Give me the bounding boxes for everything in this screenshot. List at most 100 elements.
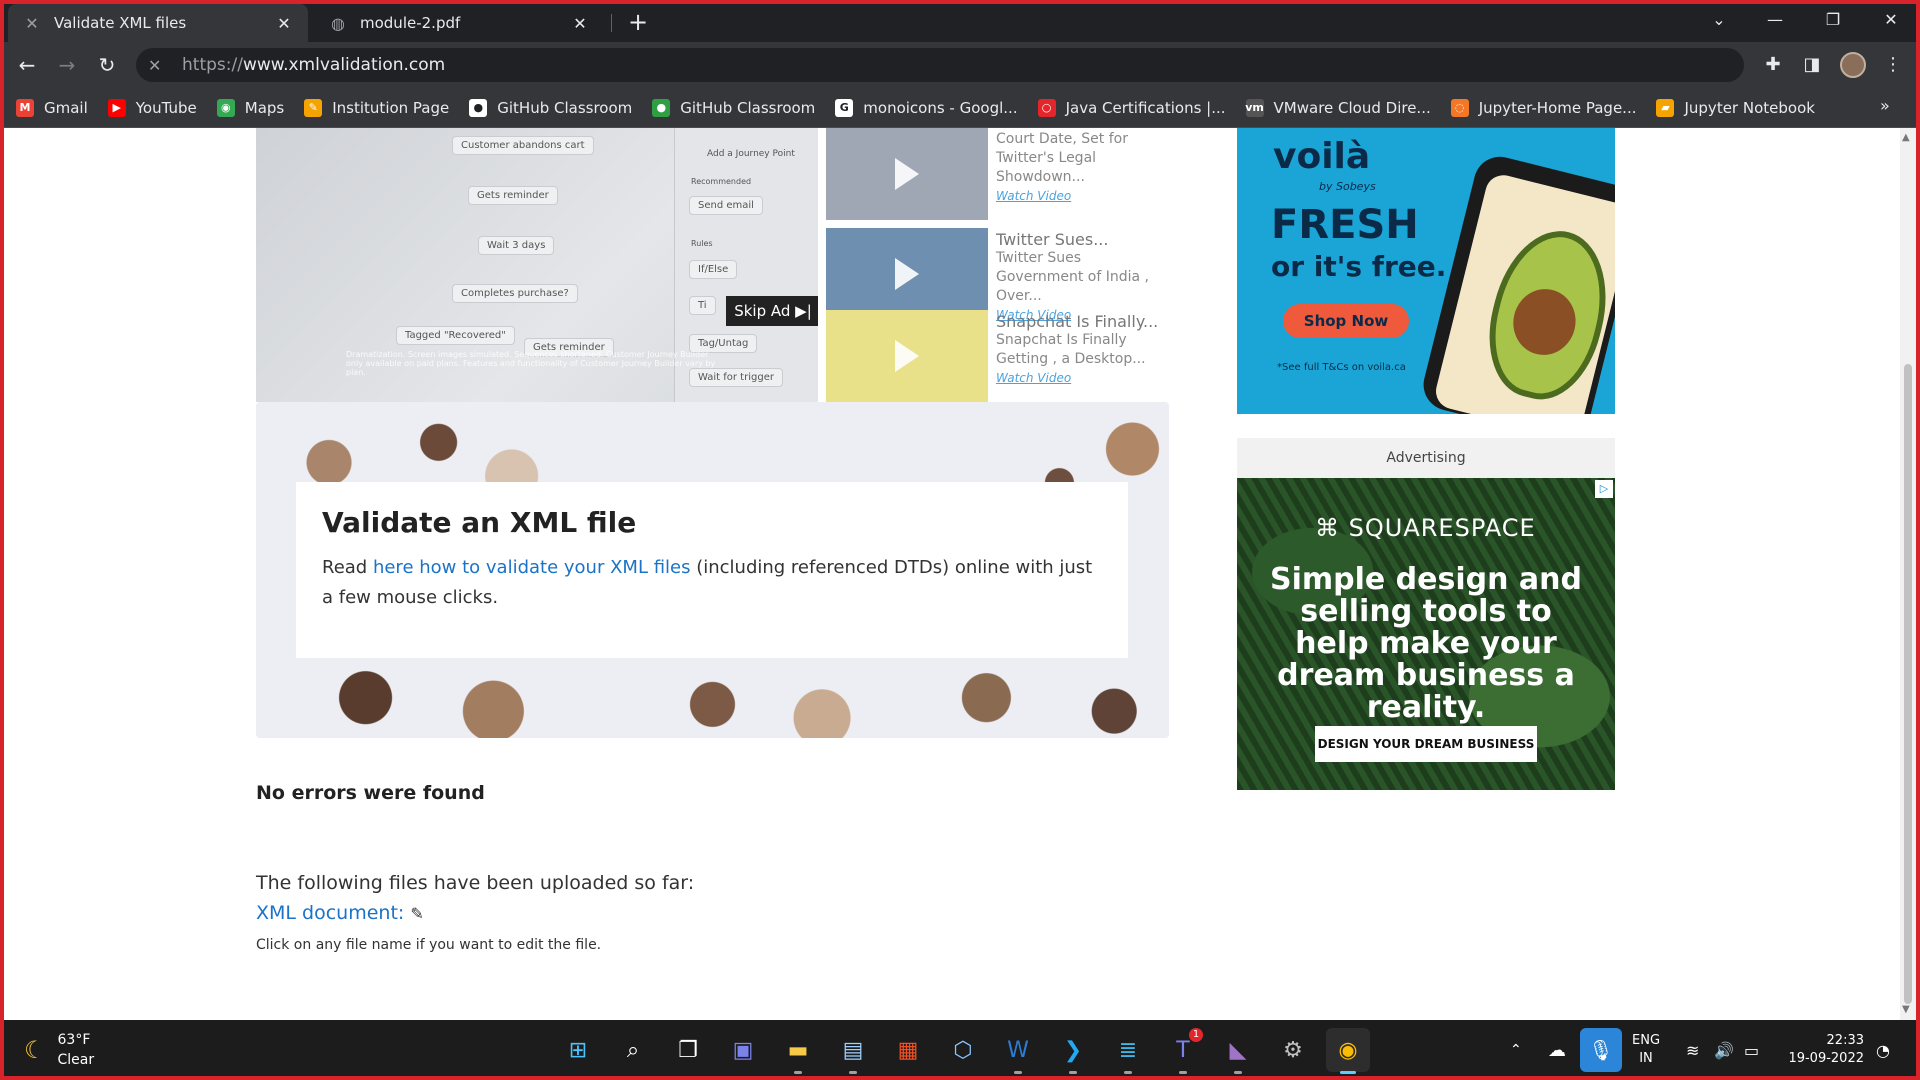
microphone-icon[interactable]: 🎙 [1580,1028,1622,1072]
squarespace-ad[interactable]: ▷ ⌘ SQUARESPACE Simple design and sellin… [1237,478,1615,790]
weather-condition: Clear [57,1052,95,1068]
bookmark-item[interactable]: ○ Java Certifications |... [1037,98,1226,117]
video-thumbnail[interactable] [826,128,988,220]
restore-button[interactable]: ❐ [1810,4,1856,36]
word-icon[interactable]: W [996,1028,1040,1074]
video-list-item[interactable]: Court Date, Set for Twitter's Legal Show… [826,128,1169,220]
notebook-icon: ▰ [1656,98,1675,117]
bookmark-item[interactable]: ● GitHub Classroom [652,98,815,117]
notepad-app-icon[interactable]: ▤ [831,1028,875,1074]
squarespace-logo: ⌘ SQUARESPACE [1315,514,1536,542]
video-desc: Court Date, Set for Twitter's Legal Show… [996,131,1128,185]
shop-now-button[interactable]: Shop Now [1283,304,1409,338]
skip-ad-button[interactable]: Skip Ad ▶| [726,296,818,326]
globe-icon: ◍ [331,13,345,33]
xml-document-link[interactable]: XML document: ✎ [256,902,424,924]
bookmark-item[interactable]: ● GitHub Classroom [469,98,632,117]
video-list-item[interactable]: Twitter Sues... Twitter Sues Government … [826,228,1169,322]
pinned-apps: ⊞ ⌕ ❐ ▣ ▬ ▤ ▦ ⬡ W ❯ ≣ T1 ◣ ⚙ ◉ [556,1028,1381,1074]
video-player[interactable]: Customer abandons cart Gets reminder Wai… [256,128,818,402]
more-bookmarks-icon[interactable]: » [1880,96,1890,115]
chrome-icon[interactable]: ◉ [1326,1028,1370,1074]
panel-item: Ti [689,296,716,315]
onedrive-icon[interactable]: ☁ [1548,1020,1566,1080]
bookmark-item[interactable]: ▶ YouTube [107,98,197,117]
wifi-icon[interactable]: ≋ [1686,1020,1699,1080]
settings-gear-icon[interactable]: ⚙ [1271,1028,1315,1072]
bookmark-item[interactable]: M Gmail [16,98,88,117]
task-view-icon[interactable]: ❐ [666,1028,710,1072]
store-icon[interactable]: ▦ [886,1028,930,1072]
bookmark-item[interactable]: ▰ Jupyter Notebook [1656,98,1815,117]
notifications-icon[interactable]: ◔ [1876,1020,1890,1080]
tab-strip: ✕ Validate XML files ✕ ◍ module-2.pdf ✕ … [0,0,1920,42]
google-icon: G [835,98,854,117]
close-window-button[interactable]: ✕ [1868,4,1914,36]
visual-studio-icon[interactable]: ◣ [1216,1028,1260,1074]
chat-icon[interactable]: ▣ [721,1028,765,1072]
page-scrollbar[interactable]: ▲ ▼ [1900,128,1916,1020]
vscode-icon[interactable]: ❯ [1051,1028,1095,1074]
bookmark-label: Java Certifications |... [1065,98,1226,117]
flow-card: Tagged "Recovered" [396,326,515,345]
panel-item: If/Else [689,260,738,279]
back-button[interactable]: ← [12,50,42,80]
bookmark-label: Jupyter-Home Page... [1478,98,1637,117]
teams-icon[interactable]: T1 [1161,1028,1205,1074]
bookmark-label: Gmail [44,98,88,117]
side-panel-icon[interactable]: ◨ [1797,50,1827,80]
start-button[interactable]: ⊞ [556,1028,600,1072]
moon-icon: ☾ [24,1036,46,1064]
battery-icon[interactable]: ▭ [1744,1020,1759,1080]
vmware-icon: vm [1245,98,1264,117]
github-icon: ● [652,98,671,117]
tab-search-chevron-icon[interactable]: ⌄ [1696,4,1742,36]
voila-ad[interactable]: voilà by Sobeys FRESH or it's free. Shop… [1237,128,1615,414]
search-icon[interactable]: ⌕ [611,1028,655,1072]
notepad-icon[interactable]: ≣ [1106,1028,1150,1074]
virtualbox-icon[interactable]: ⬡ [941,1028,985,1072]
adchoices-icon[interactable]: ▷ [1595,480,1613,498]
bookmark-item[interactable]: ◌ Jupyter-Home Page... [1450,98,1637,117]
close-tab-icon[interactable]: ✕ [570,14,590,33]
close-tab-icon[interactable]: ✕ [274,14,294,33]
forward-button[interactable]: → [52,50,82,80]
bookmark-item[interactable]: ✎ Institution Page [304,98,449,117]
language-indicator[interactable]: ENG IN [1632,1032,1660,1068]
address-bar[interactable]: ✕ https://www.xmlvalidation.com [136,48,1744,82]
hero-description: Read here how to validate your XML files… [322,553,1102,613]
extensions-icon[interactable]: ✚ [1758,50,1788,80]
profile-avatar[interactable] [1840,52,1866,78]
design-business-button[interactable]: DESIGN YOUR DREAM BUSINESS [1315,726,1537,762]
hero-banner: Validate an XML file Read here how to va… [256,402,1169,738]
volume-icon[interactable]: 🔊 [1714,1020,1734,1080]
page-title: Validate an XML file [322,506,637,539]
bookmark-item[interactable]: vm VMware Cloud Dire... [1245,98,1431,117]
watch-video-link[interactable]: Watch Video [996,369,1166,388]
validation-result-title: No errors were found [256,782,485,804]
minimize-button[interactable]: — [1752,4,1798,36]
video-thumbnail[interactable] [826,310,988,402]
bookmark-item[interactable]: ◉ Maps [216,98,284,117]
bookmark-item[interactable]: Gmonoicons - Googl... [835,98,1018,117]
clock[interactable]: 22:33 19-09-2022 [1784,1032,1864,1068]
show-hidden-icons[interactable]: ⌃ [1510,1020,1522,1080]
file-explorer-icon[interactable]: ▬ [776,1028,820,1074]
video-list-item[interactable]: Snapchat Is Finally... Snapchat Is Final… [826,310,1169,402]
scroll-down-arrow-icon[interactable]: ▼ [1902,1004,1910,1015]
site-info-icon[interactable]: ✕ [148,56,172,75]
video-title[interactable]: Snapchat Is Finally... [996,312,1166,331]
weather-widget[interactable]: ☾ 63°F Clear [24,1030,94,1070]
tab-validate-xml[interactable]: ✕ Validate XML files ✕ [8,4,308,42]
scroll-up-arrow-icon[interactable]: ▲ [1902,132,1910,143]
reload-button[interactable]: ↻ [92,50,122,80]
ad-headline: Simple design and selling tools to help … [1269,562,1582,725]
tab-module-pdf[interactable]: ◍ module-2.pdf ✕ [314,4,604,42]
menu-kebab-icon[interactable]: ⋮ [1878,50,1908,80]
video-title[interactable]: Twitter Sues... [996,230,1166,249]
watch-video-link[interactable]: Watch Video [996,187,1166,206]
video-thumbnail[interactable] [826,228,988,320]
validate-howto-link[interactable]: here how to validate your XML files [373,557,691,578]
scroll-thumb[interactable] [1904,364,1912,1004]
new-tab-button[interactable]: + [624,8,652,36]
